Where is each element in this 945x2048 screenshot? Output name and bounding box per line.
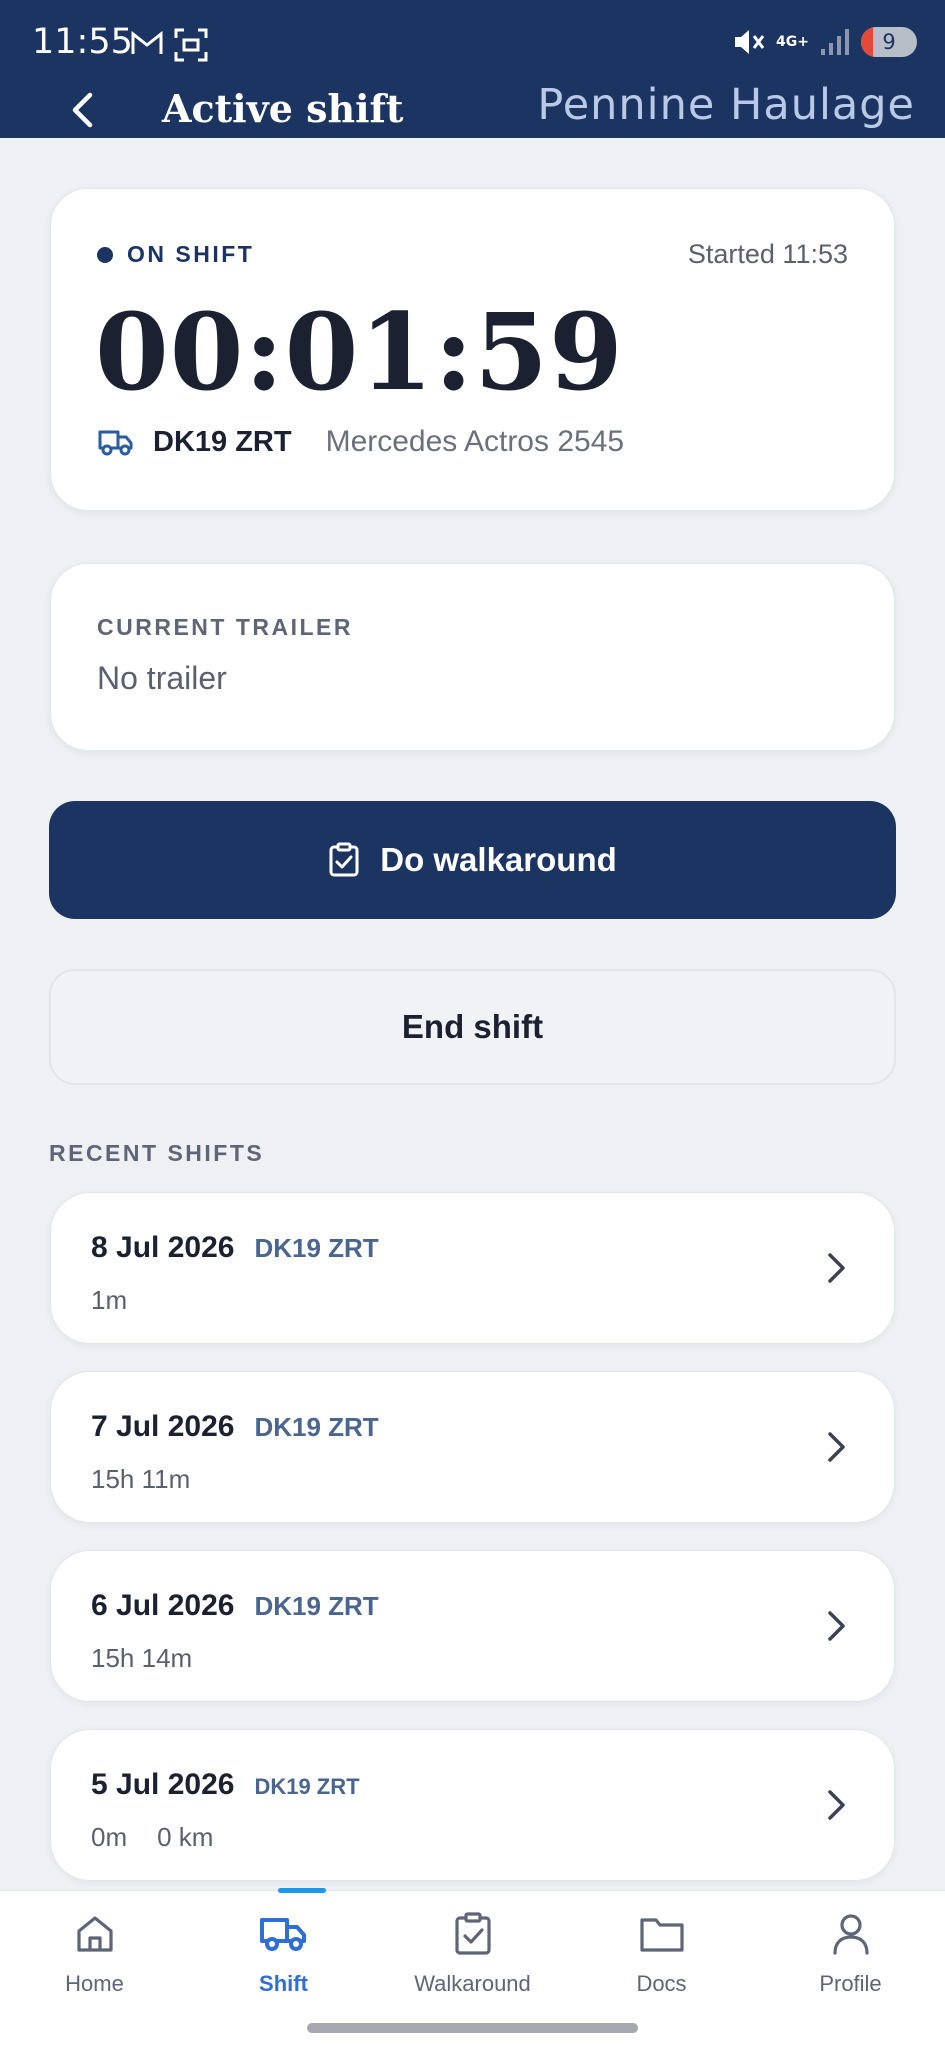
do-walkaround-button[interactable]: Do walkaround xyxy=(49,801,896,919)
shift-duration: 15h 14m xyxy=(91,1643,193,1673)
trailer-label: CURRENT TRAILER xyxy=(97,614,353,640)
page-title: Active shift xyxy=(162,86,404,131)
chevron-right-icon xyxy=(828,1611,845,1641)
home-indicator[interactable] xyxy=(307,2023,638,2033)
end-shift-button[interactable]: End shift xyxy=(49,969,896,1085)
nav-shift-label: Shift xyxy=(259,1971,308,1996)
vehicle-info: DK19 ZRT Mercedes Actros 2545 xyxy=(97,425,624,459)
vehicle-model: Mercedes Actros 2545 xyxy=(325,425,625,458)
battery-level: 9 xyxy=(882,30,896,54)
nav-profile[interactable]: Profile xyxy=(756,1891,945,2021)
screenshot-icon xyxy=(174,28,208,62)
shift-distance: 0 km xyxy=(157,1822,214,1852)
shift-status-label: ON SHIFT xyxy=(127,241,255,267)
recent-shift-row[interactable]: 8 Jul 2026 DK19 ZRT 1m xyxy=(50,1192,895,1344)
truck-icon xyxy=(98,430,133,456)
chevron-left-icon xyxy=(72,92,93,128)
nav-shift[interactable]: Shift xyxy=(189,1891,378,2021)
recent-shifts-heading: RECENT SHIFTS xyxy=(49,1140,265,1166)
network-label: 4G+ xyxy=(776,34,809,50)
shift-start-time: Started 11:53 xyxy=(687,239,848,269)
nav-profile-label: Profile xyxy=(819,1971,882,1996)
vehicle-registration: DK19 ZRT xyxy=(153,425,292,458)
shift-date: 8 Jul 2026 xyxy=(91,1231,235,1264)
chevron-right-icon xyxy=(828,1253,845,1283)
active-tab-indicator xyxy=(278,1888,326,1893)
mute-icon xyxy=(735,30,765,54)
company-name: Pennine Haulage xyxy=(537,80,915,130)
end-shift-label: End shift xyxy=(401,1008,544,1045)
battery-indicator: 9 xyxy=(861,27,917,57)
status-time: 11:55 xyxy=(32,22,133,62)
status-icons-right: 4G+ 9 xyxy=(732,26,917,58)
clipboard-check-icon xyxy=(454,1912,491,1955)
gmail-icon xyxy=(131,30,163,54)
trailer-value: No trailer xyxy=(97,660,227,696)
signal-icon xyxy=(821,29,849,55)
shift-duration: 1m xyxy=(91,1285,128,1315)
shift-date: 7 Jul 2026 xyxy=(91,1410,235,1443)
person-icon xyxy=(832,1914,869,1955)
shift-registration: DK19 ZRT xyxy=(254,1774,360,1799)
shift-registration: DK19 ZRT xyxy=(254,1233,379,1263)
do-walkaround-label: Do walkaround xyxy=(380,841,617,878)
recent-shift-row[interactable]: 7 Jul 2026 DK19 ZRT 15h 11m xyxy=(50,1371,895,1523)
nav-walkaround-label: Walkaround xyxy=(414,1971,531,1996)
shift-date: 6 Jul 2026 xyxy=(91,1589,235,1622)
active-shift-card: ON SHIFT Started 11:53 00:01:59 DK19 ZRT… xyxy=(50,188,895,511)
recent-shift-row[interactable]: 5 Jul 2026 DK19 ZRT 0m 0 km xyxy=(50,1729,895,1881)
shift-duration: 0m xyxy=(91,1822,128,1852)
clipboard-check-icon xyxy=(329,842,359,877)
shift-status: ON SHIFT xyxy=(97,241,254,268)
home-icon xyxy=(76,1916,113,1952)
nav-walkaround[interactable]: Walkaround xyxy=(378,1891,567,2021)
chevron-right-icon xyxy=(828,1790,845,1820)
trailer-card[interactable]: CURRENT TRAILER No trailer xyxy=(50,563,895,751)
status-dot-icon xyxy=(97,246,113,263)
truck-icon xyxy=(259,1918,306,1951)
shift-registration: DK19 ZRT xyxy=(254,1591,379,1621)
nav-home[interactable]: Home xyxy=(0,1891,189,2021)
nav-home-label: Home xyxy=(65,1971,124,1996)
folder-icon xyxy=(639,1918,684,1952)
chevron-right-icon xyxy=(828,1432,845,1462)
shift-timer: 00:01:59 xyxy=(95,289,624,414)
shift-date: 5 Jul 2026 xyxy=(91,1768,235,1801)
recent-shift-row[interactable]: 6 Jul 2026 DK19 ZRT 15h 14m xyxy=(50,1550,895,1702)
back-button[interactable] xyxy=(60,88,104,132)
shift-duration: 15h 11m xyxy=(91,1464,191,1494)
nav-docs-label: Docs xyxy=(636,1971,687,1996)
nav-docs[interactable]: Docs xyxy=(567,1891,756,2021)
status-icons-left xyxy=(130,28,208,62)
app-header: 11:55 4G+ 9 Active shift Pennine Haulage xyxy=(0,0,945,138)
shift-registration: DK19 ZRT xyxy=(254,1412,379,1442)
